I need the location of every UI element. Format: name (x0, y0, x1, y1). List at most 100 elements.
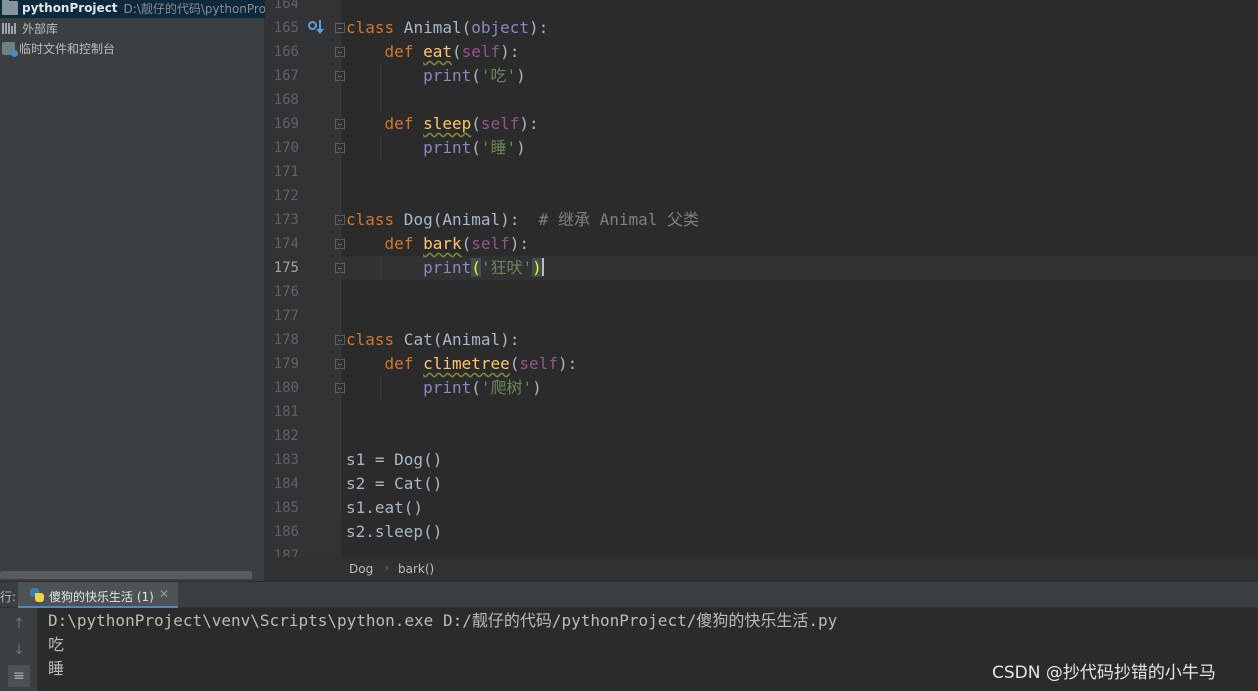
watermark: CSDN @抄代码抄错的小牛马 (992, 663, 1216, 683)
code-token: self (519, 354, 558, 373)
code-token: # 继承 Animal 父类 (538, 210, 700, 229)
arrow-up-icon[interactable]: ↑ (8, 613, 30, 635)
close-icon[interactable]: ✕ (159, 587, 169, 601)
code-editor[interactable]: 164 165 166 167 168 169 170 171 172 173 174 175 176 1… (265, 0, 1258, 557)
run-tab[interactable]: 傻狗的快乐生活 (1) ✕ (18, 582, 178, 609)
line-number: 178 (273, 332, 299, 348)
line-number: 170 (273, 140, 299, 156)
code-token: ( (461, 234, 472, 253)
code-token: ): (500, 42, 520, 61)
code-token: print (423, 66, 472, 85)
code-token: def (384, 42, 414, 61)
code-token: class (346, 210, 395, 229)
code-token: ( (471, 258, 481, 277)
scratches-icon (2, 41, 18, 57)
soft-wrap-icon[interactable]: ≡ (8, 665, 30, 687)
line-number: 173 (273, 212, 299, 228)
folder-icon (2, 0, 18, 15)
chevron-right-icon: › (384, 561, 390, 576)
line-number-gutter[interactable]: 164 165 166 167 168 169 170 171 172 173 174 175 176 1… (265, 0, 345, 557)
code-token: bark (423, 234, 462, 253)
code-line: def eat(self): (346, 40, 520, 64)
code-token: '狂吠' (480, 258, 533, 277)
project-tree-root[interactable]: pythonProject D:\靓仔的代码\pythonProje (0, 0, 265, 18)
breadcrumb: Dog › bark() (265, 557, 1258, 581)
line-number: 179 (273, 356, 299, 372)
horizontal-scrollbar[interactable] (0, 571, 252, 579)
run-panel-label: 行: (0, 590, 17, 604)
code-line: print('爬树') (346, 376, 542, 400)
fold-marker-icon[interactable] (335, 23, 345, 33)
tree-item-scratches[interactable]: 临时文件和控制台 (0, 38, 265, 58)
line-number: 183 (273, 452, 299, 468)
line-number: 169 (273, 116, 299, 132)
line-number: 182 (273, 428, 299, 444)
code-token: s1 = Dog() (346, 450, 443, 469)
code-line: print('吃') (346, 64, 526, 88)
line-number: 176 (273, 284, 299, 300)
code-token: self (471, 234, 510, 253)
code-line: def sleep(self): (346, 112, 539, 136)
code-token: print (423, 378, 472, 397)
indent-guide (340, 40, 341, 516)
code-line: s2 = Cat() (346, 472, 442, 496)
line-number: 172 (273, 188, 299, 204)
code-line: class Cat(Animal): (346, 328, 519, 352)
tree-item-external-libraries[interactable]: 外部库 (0, 18, 265, 38)
line-number: 174 (273, 236, 299, 252)
code-token: ( (471, 114, 481, 133)
code-token: ( (471, 138, 481, 157)
project-path: D:\靓仔的代码\pythonProje (123, 1, 265, 16)
project-name: pythonProject (22, 1, 118, 15)
code-token: '吃' (480, 66, 517, 85)
code-line: s1.eat() (346, 496, 423, 520)
code-token: Dog(Animal): (394, 210, 539, 229)
line-number: 185 (273, 500, 299, 516)
breadcrumb-class[interactable]: Dog (349, 562, 373, 576)
python-file-icon (30, 588, 44, 602)
run-toolbar: ↑ ↓ ≡ (0, 608, 38, 691)
project-panel: pythonProject D:\靓仔的代码\pythonProje 外部库 临… (0, 0, 265, 581)
line-number: 184 (273, 476, 299, 492)
code-line: def climetree(self): (346, 352, 578, 376)
code-line: class Dog(Animal): # 继承 Animal 父类 (346, 208, 699, 232)
run-panel-header: 行: 傻狗的快乐生活 (1) ✕ (0, 581, 1258, 609)
implemented-by-icon[interactable] (307, 19, 325, 35)
line-number: 164 (273, 0, 299, 12)
run-tab-label: 傻狗的快乐生活 (1) (49, 590, 154, 604)
code-line: print('狂吠') (346, 256, 544, 280)
code-line: s2.sleep() (346, 520, 442, 544)
code-token: eat (423, 42, 452, 61)
code-token: Cat(Animal): (394, 330, 520, 349)
code-token: self (461, 42, 501, 61)
code-token: ) (532, 378, 542, 397)
code-token: ): (557, 354, 578, 373)
arrow-down-icon[interactable]: ↓ (8, 639, 30, 661)
libraries-icon (2, 22, 18, 34)
breadcrumb-method[interactable]: bark() (398, 562, 434, 576)
code-token: ): (519, 114, 539, 133)
code-token: ( (471, 378, 481, 397)
code-token: Animal( (394, 18, 472, 37)
tree-item-label: 临时文件和控制台 (19, 41, 116, 56)
code-line: class Animal(object): (346, 16, 548, 40)
line-number: 187 (273, 548, 299, 557)
line-number: 177 (273, 308, 299, 324)
text-caret (541, 258, 544, 276)
code-token: '爬树' (480, 378, 533, 397)
code-token: def (384, 234, 414, 253)
line-number: 166 (273, 44, 299, 60)
code-token: object (471, 18, 530, 37)
code-token: s2.sleep() (346, 522, 443, 541)
